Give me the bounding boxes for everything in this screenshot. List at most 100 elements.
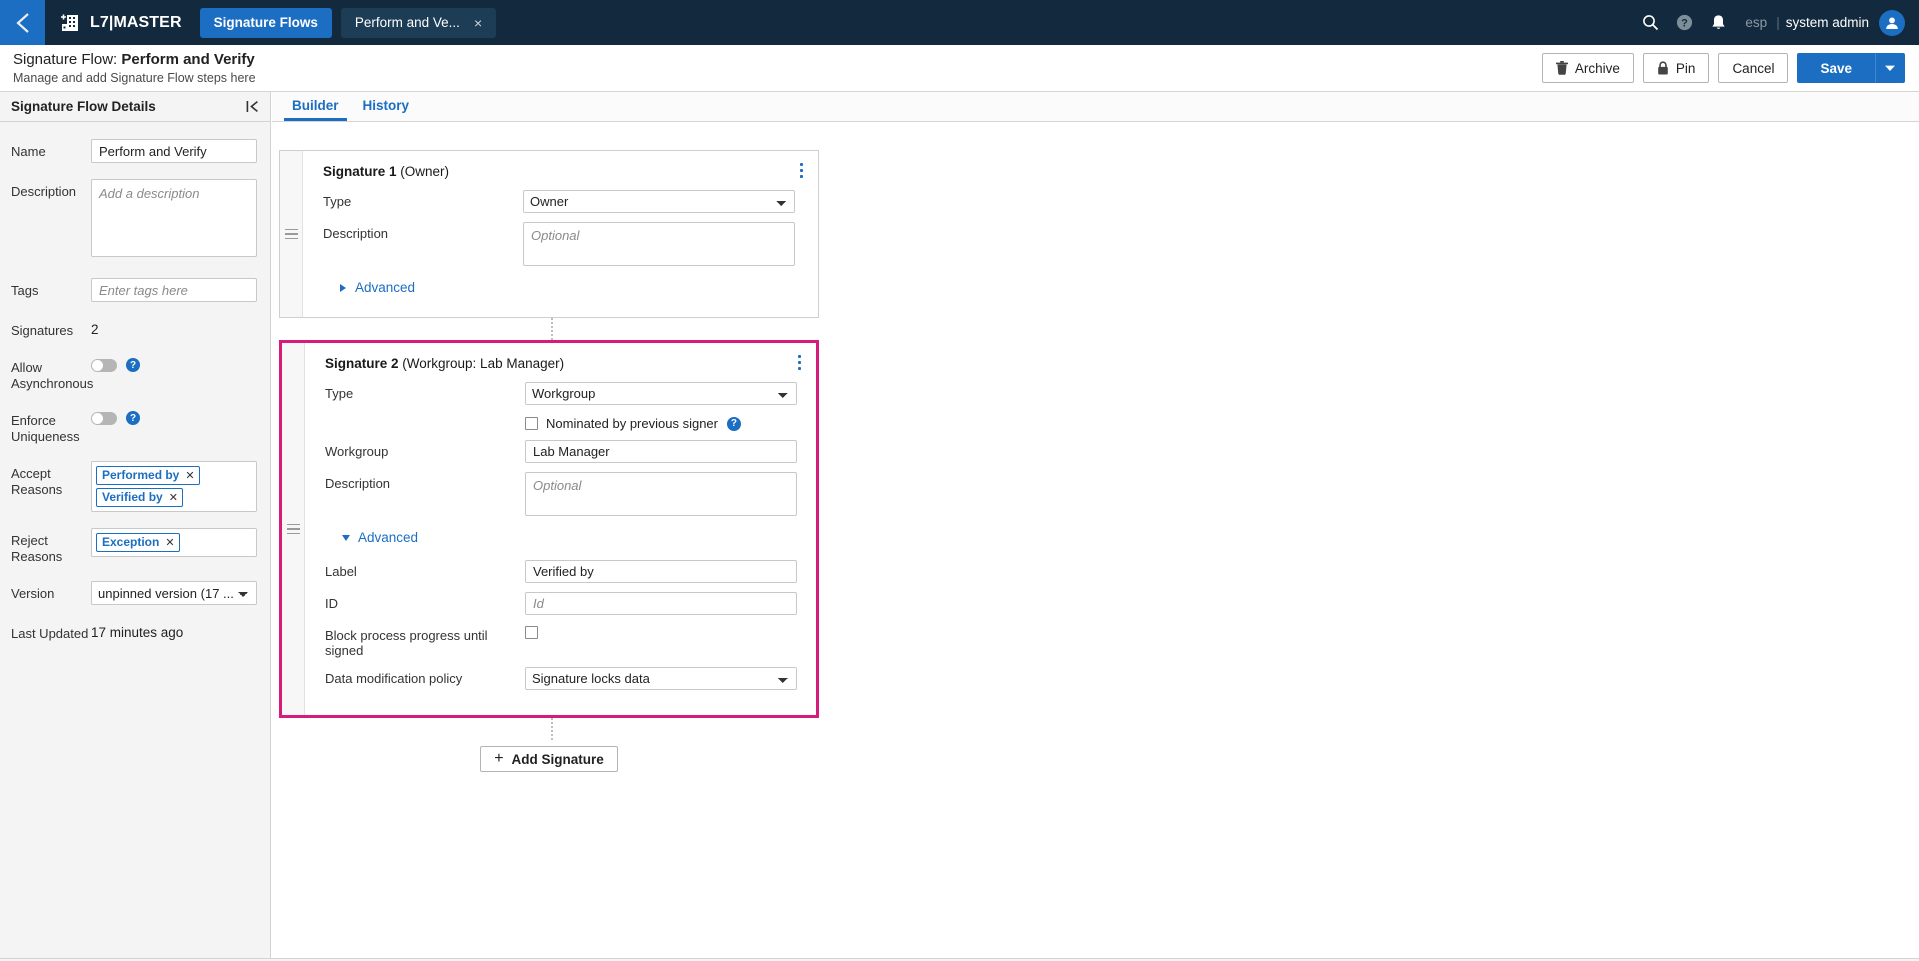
add-building-icon	[59, 12, 81, 34]
pin-button[interactable]: Pin	[1642, 53, 1710, 83]
drag-handle-column[interactable]	[282, 343, 305, 715]
nominated-spacer	[325, 414, 525, 418]
row-description: Description	[323, 222, 802, 266]
page-header: Signature Flow: Perform and Verify Manag…	[0, 45, 1919, 92]
data-modification-policy-select[interactable]: Signature locks data	[525, 667, 797, 690]
field-row-name: Name	[11, 139, 259, 163]
allow-asynchronous-label: Allow Asynchronous	[11, 360, 94, 391]
advanced-toggle-collapsed[interactable]: Advanced	[340, 280, 415, 295]
plus-icon: +	[494, 750, 504, 767]
signatures-count: 2	[91, 322, 99, 337]
tab-builder[interactable]: Builder	[284, 92, 347, 121]
adv-policy-label: Data modification policy	[325, 671, 463, 686]
close-icon[interactable]: ✕	[165, 536, 174, 549]
add-signature-button[interactable]: + Add Signature	[480, 746, 618, 772]
back-button[interactable]	[0, 0, 45, 45]
row-adv-block: Block process progress until signed	[325, 624, 800, 658]
kebab-menu-icon[interactable]	[798, 161, 805, 180]
type-select[interactable]: Workgroup	[525, 382, 797, 405]
drag-handle-icon[interactable]	[286, 523, 300, 535]
kebab-menu-icon[interactable]	[796, 353, 803, 372]
block-process-progress-checkbox[interactable]	[525, 626, 538, 639]
close-icon[interactable]: ×	[474, 16, 482, 30]
help-icon[interactable]: ?	[126, 411, 140, 425]
signature-card-2[interactable]: Signature 2 (Workgroup: Lab Manager) Typ…	[279, 340, 819, 718]
reject-reasons-label: Reject Reasons	[11, 533, 63, 564]
allow-asynchronous-toggle[interactable]	[91, 358, 117, 372]
chip-performed-by[interactable]: Performed by ✕	[96, 466, 200, 485]
app-name-label: L7|MASTER	[90, 13, 182, 31]
save-dropdown-button[interactable]	[1875, 53, 1905, 83]
type-select[interactable]: Owner	[523, 190, 795, 213]
name-input[interactable]	[91, 139, 257, 163]
chip-exception[interactable]: Exception ✕	[96, 533, 180, 552]
collapse-panel-icon[interactable]	[246, 100, 259, 113]
signature-card-1[interactable]: Signature 1 (Owner) Type Owner Descripti…	[279, 150, 819, 318]
sidebar-header: Signature Flow Details	[0, 92, 270, 122]
nominated-by-previous-signer-checkbox[interactable]	[525, 417, 538, 430]
adv-label-input[interactable]	[525, 560, 797, 583]
field-row-last-updated: Last Updated 17 minutes ago	[11, 621, 259, 642]
chevron-down-icon	[1885, 65, 1895, 71]
save-button-label: Save	[1820, 60, 1852, 76]
close-icon[interactable]: ✕	[185, 469, 194, 482]
field-row-description: Description	[11, 179, 259, 262]
advanced-toggle-expanded[interactable]: Advanced	[342, 530, 418, 545]
enforce-uniqueness-toggle[interactable]	[91, 411, 117, 425]
nav-tab-signature-flows[interactable]: Signature Flows	[199, 7, 332, 38]
help-icon[interactable]: ?	[726, 416, 741, 431]
chevron-right-icon	[340, 283, 346, 292]
workgroup-input[interactable]	[525, 440, 797, 463]
drag-handle-icon[interactable]	[284, 228, 298, 240]
field-row-enforce-uniqueness: Enforce Uniqueness ?	[11, 408, 259, 445]
locale-label[interactable]: esp	[1745, 15, 1767, 30]
top-bar-right-cluster: ? esp | system admin	[1633, 0, 1919, 45]
close-icon[interactable]: ✕	[169, 491, 178, 504]
nav-tab-label: Perform and Ve...	[354, 15, 460, 30]
description-textarea[interactable]	[91, 179, 257, 257]
row-description: Description	[325, 472, 800, 516]
reject-reasons-chipbox[interactable]: Exception ✕	[91, 528, 257, 557]
cancel-button[interactable]: Cancel	[1718, 53, 1789, 83]
notifications-bell-icon[interactable]	[1701, 0, 1735, 45]
archive-button[interactable]: Archive	[1541, 53, 1634, 83]
signature-card-title-rest: (Workgroup: Lab Manager)	[398, 356, 565, 371]
save-button[interactable]: Save	[1797, 53, 1875, 83]
add-signature-label: Add Signature	[511, 751, 604, 767]
sidebar-body: Name Description Tags Signatures 2 Allow	[0, 122, 270, 642]
accept-reasons-label: Accept Reasons	[11, 466, 63, 497]
enforce-uniqueness-label: Enforce Uniqueness	[11, 413, 80, 444]
search-icon[interactable]	[1633, 0, 1667, 45]
tags-input[interactable]	[91, 278, 257, 302]
help-icon[interactable]: ?	[1667, 0, 1701, 45]
row-adv-label: Label	[325, 560, 800, 583]
description-textarea[interactable]	[525, 472, 797, 516]
description-label: Description	[11, 184, 77, 199]
accept-reasons-chipbox[interactable]: Performed by ✕ Verified by ✕	[91, 461, 257, 512]
nav-tab-label: Signature Flows	[213, 15, 318, 30]
adv-id-input[interactable]	[525, 592, 797, 615]
adv-label-label: Label	[325, 564, 357, 579]
description-label: Description	[325, 476, 391, 491]
tab-history[interactable]: History	[355, 92, 418, 121]
chip-label: Exception	[102, 535, 160, 549]
sidebar-title: Signature Flow Details	[11, 99, 156, 114]
save-button-group: Save	[1797, 53, 1905, 83]
version-select[interactable]: unpinned version (17 ...	[91, 581, 257, 605]
page-title: Signature Flow: Perform and Verify	[13, 51, 256, 69]
signatures-label: Signatures	[11, 323, 74, 338]
type-label: Type	[323, 194, 352, 209]
description-textarea[interactable]	[523, 222, 795, 266]
chip-verified-by[interactable]: Verified by ✕	[96, 488, 183, 507]
signature-flow-details-sidebar: Signature Flow Details Name Description …	[0, 92, 271, 958]
last-updated-value: 17 minutes ago	[91, 625, 184, 640]
help-icon[interactable]: ?	[126, 358, 140, 372]
nominated-by-previous-signer-label: Nominated by previous signer	[546, 416, 718, 431]
builder-canvas: Signature 1 (Owner) Type Owner Descripti…	[272, 122, 1919, 772]
user-name-label[interactable]: system admin	[1786, 15, 1869, 30]
user-avatar-icon[interactable]	[1879, 9, 1905, 36]
last-updated-label: Last Updated	[11, 626, 89, 641]
nav-tab-perform-and-verify[interactable]: Perform and Ve... ×	[340, 7, 497, 38]
drag-handle-column[interactable]	[280, 151, 303, 317]
name-label: Name	[11, 144, 46, 159]
